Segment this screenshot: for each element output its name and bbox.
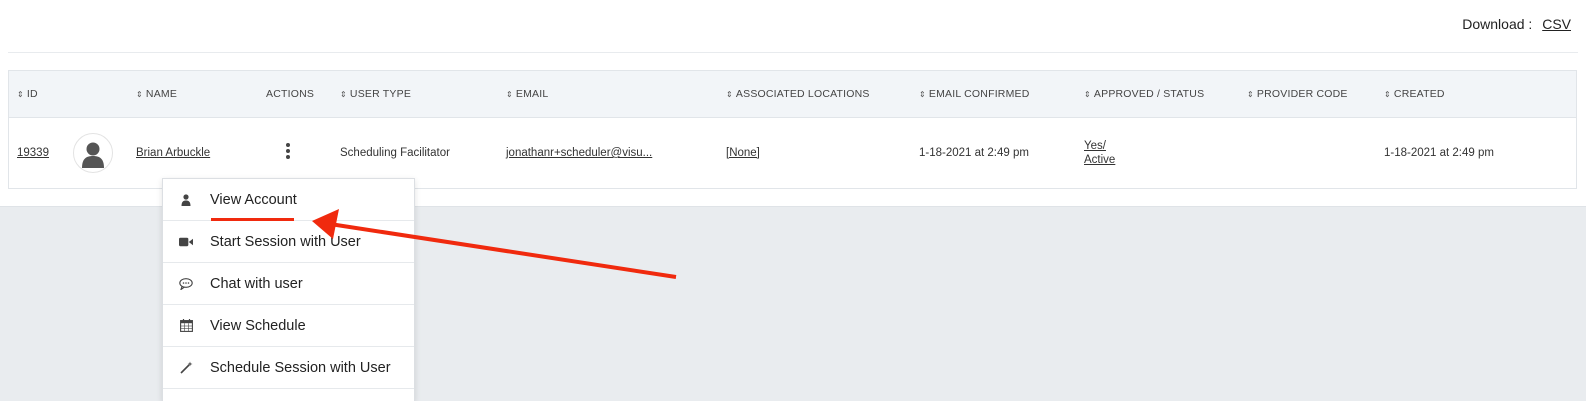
annotation-arrow: [312, 209, 677, 279]
